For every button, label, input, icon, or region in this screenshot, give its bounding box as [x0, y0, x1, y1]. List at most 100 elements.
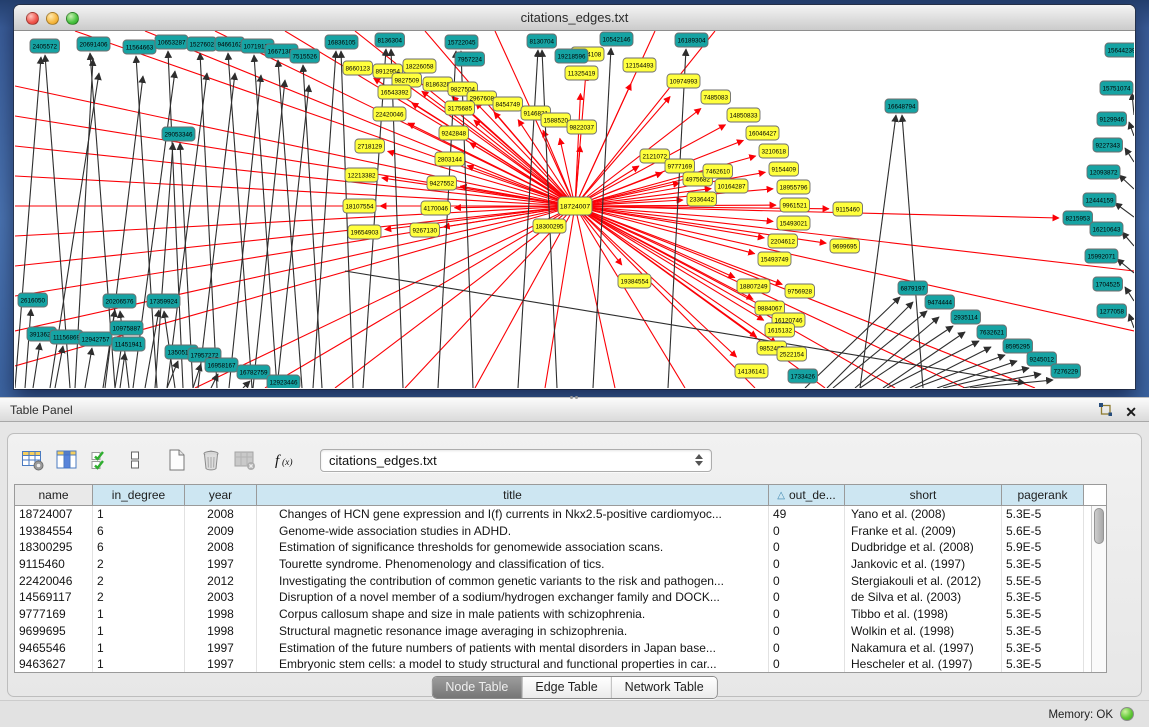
cell-pagerank[interactable]: 5.3E-5 [1002, 623, 1084, 640]
cell-year[interactable]: 2003 [185, 589, 257, 606]
cell-short[interactable]: Wolkin et al. (1998) [845, 623, 1002, 640]
cell-short[interactable]: Dudbridge et al. (2008) [845, 539, 1002, 556]
cell-pagerank[interactable]: 5.3E-5 [1002, 589, 1084, 606]
cell-out_de[interactable]: 0 [769, 656, 845, 672]
cell-pagerank[interactable]: 5.3E-5 [1002, 606, 1084, 623]
cell-in_degree[interactable]: 1 [93, 623, 185, 640]
column-header-year[interactable]: year [185, 485, 257, 505]
cell-pagerank[interactable]: 5.3E-5 [1002, 640, 1084, 657]
cell-name[interactable]: 22420046 [15, 573, 93, 590]
cell-title[interactable]: Structural magnetic resonance image aver… [257, 623, 769, 640]
table-options-icon[interactable] [18, 446, 48, 474]
new-table-icon[interactable] [162, 446, 192, 474]
cell-name[interactable]: 14569117 [15, 589, 93, 606]
cell-name[interactable]: 9463627 [15, 656, 93, 672]
close-panel-icon[interactable]: ✕ [1125, 404, 1137, 420]
cell-year[interactable]: 2012 [185, 573, 257, 590]
cell-in_degree[interactable]: 2 [93, 573, 185, 590]
cell-year[interactable]: 2008 [185, 539, 257, 556]
cell-in_degree[interactable]: 6 [93, 539, 185, 556]
select-rows-icon[interactable] [86, 446, 116, 474]
cell-short[interactable]: Franke et al. (2009) [845, 523, 1002, 540]
cell-short[interactable]: Yano et al. (2008) [845, 506, 1002, 523]
cell-out_de[interactable]: 49 [769, 506, 845, 523]
tab-edge-table[interactable]: Edge Table [521, 677, 610, 698]
table-row[interactable]: 2242004622012Investigating the contribut… [15, 573, 1091, 590]
cell-pagerank[interactable]: 5.3E-5 [1002, 556, 1084, 573]
cell-title[interactable]: Changes of HCN gene expression and I(f) … [257, 506, 769, 523]
tab-node-table[interactable]: Node Table [432, 677, 521, 698]
cell-year[interactable]: 1997 [185, 640, 257, 657]
cell-name[interactable]: 9115460 [15, 556, 93, 573]
cell-short[interactable]: Stergiakouli et al. (2012) [845, 573, 1002, 590]
table-scrollbar[interactable] [1091, 506, 1106, 672]
cell-out_de[interactable]: 0 [769, 589, 845, 606]
cell-pagerank[interactable]: 5.3E-5 [1002, 506, 1084, 523]
cell-name[interactable]: 18300295 [15, 539, 93, 556]
function-builder-icon[interactable]: f (x) [270, 446, 300, 474]
cell-year[interactable]: 1998 [185, 623, 257, 640]
cell-in_degree[interactable]: 1 [93, 656, 185, 672]
table-row[interactable]: 946362711997Embryonic stem cells: a mode… [15, 656, 1091, 672]
cell-out_de[interactable]: 0 [769, 623, 845, 640]
cell-out_de[interactable]: 0 [769, 573, 845, 590]
cell-out_de[interactable]: 0 [769, 523, 845, 540]
column-header-out_de[interactable]: △out_de... [769, 485, 845, 505]
cell-pagerank[interactable]: 5.6E-5 [1002, 523, 1084, 540]
cell-year[interactable]: 1997 [185, 656, 257, 672]
table-row[interactable]: 911546021997Tourette syndrome. Phenomeno… [15, 556, 1091, 573]
cell-short[interactable]: Tibbo et al. (1998) [845, 606, 1002, 623]
column-header-short[interactable]: short [845, 485, 1002, 505]
table-row[interactable]: 1872400712008Changes of HCN gene express… [15, 506, 1091, 523]
cell-name[interactable]: 9777169 [15, 606, 93, 623]
cell-pagerank[interactable]: 5.5E-5 [1002, 573, 1084, 590]
delete-entries-icon[interactable] [196, 446, 226, 474]
cell-title[interactable]: Embryonic stem cells: a model to study s… [257, 656, 769, 672]
cell-in_degree[interactable]: 1 [93, 606, 185, 623]
cell-title[interactable]: Estimation of significance thresholds fo… [257, 539, 769, 556]
table-row[interactable]: 1830029562008Estimation of significance … [15, 539, 1091, 556]
cell-out_de[interactable]: 0 [769, 606, 845, 623]
cell-in_degree[interactable]: 2 [93, 556, 185, 573]
cell-name[interactable]: 18724007 [15, 506, 93, 523]
cell-pagerank[interactable]: 5.9E-5 [1002, 539, 1084, 556]
cell-year[interactable]: 1998 [185, 606, 257, 623]
cell-title[interactable]: Genome-wide association studies in ADHD. [257, 523, 769, 540]
cell-year[interactable]: 2009 [185, 523, 257, 540]
column-header-title[interactable]: title [257, 485, 769, 505]
cell-title[interactable]: Corpus callosum shape and size in male p… [257, 606, 769, 623]
column-header-pagerank[interactable]: pagerank [1002, 485, 1084, 505]
splitter-handle[interactable] [567, 394, 581, 401]
cell-title[interactable]: Estimation of the future numbers of pati… [257, 640, 769, 657]
cell-year[interactable]: 1997 [185, 556, 257, 573]
table-selector-dropdown[interactable]: citations_edges.txt [320, 449, 712, 472]
cell-pagerank[interactable]: 5.3E-5 [1002, 656, 1084, 672]
cell-title[interactable]: Tourette syndrome. Phenomenology and cla… [257, 556, 769, 573]
column-header-in_degree[interactable]: in_degree [93, 485, 185, 505]
cell-short[interactable]: de Silva et al. (2003) [845, 589, 1002, 606]
tab-network-table[interactable]: Network Table [611, 677, 717, 698]
row-visibility-icon[interactable] [120, 446, 150, 474]
network-canvas[interactable]: 1830029519384554212107297771694975682746… [15, 31, 1134, 388]
cell-in_degree[interactable]: 1 [93, 506, 185, 523]
cell-in_degree[interactable]: 2 [93, 589, 185, 606]
table-row[interactable]: 1456911722003Disruption of a novel membe… [15, 589, 1091, 606]
table-row[interactable]: 977716911998Corpus callosum shape and si… [15, 606, 1091, 623]
cell-short[interactable]: Hescheler et al. (1997) [845, 656, 1002, 672]
table-row[interactable]: 969969511998Structural magnetic resonanc… [15, 623, 1091, 640]
citation-network-graph[interactable]: 1830029519384554212107297771694975682746… [15, 31, 1134, 388]
table-row[interactable]: 946554611997Estimation of the future num… [15, 640, 1091, 657]
cell-name[interactable]: 9465546 [15, 640, 93, 657]
table-row[interactable]: 1938455462009Genome-wide association stu… [15, 523, 1091, 540]
cell-title[interactable]: Investigating the contribution of common… [257, 573, 769, 590]
cell-out_de[interactable]: 0 [769, 640, 845, 657]
cell-out_de[interactable]: 0 [769, 556, 845, 573]
cell-short[interactable]: Nakamura et al. (1997) [845, 640, 1002, 657]
cell-out_de[interactable]: 0 [769, 539, 845, 556]
show-hide-columns-icon[interactable] [52, 446, 82, 474]
delete-table-icon[interactable] [230, 446, 260, 474]
network-window[interactable]: citations_edges.txt 18300295193845542121… [14, 5, 1135, 389]
cell-year[interactable]: 2008 [185, 506, 257, 523]
cell-in_degree[interactable]: 1 [93, 640, 185, 657]
cell-in_degree[interactable]: 6 [93, 523, 185, 540]
